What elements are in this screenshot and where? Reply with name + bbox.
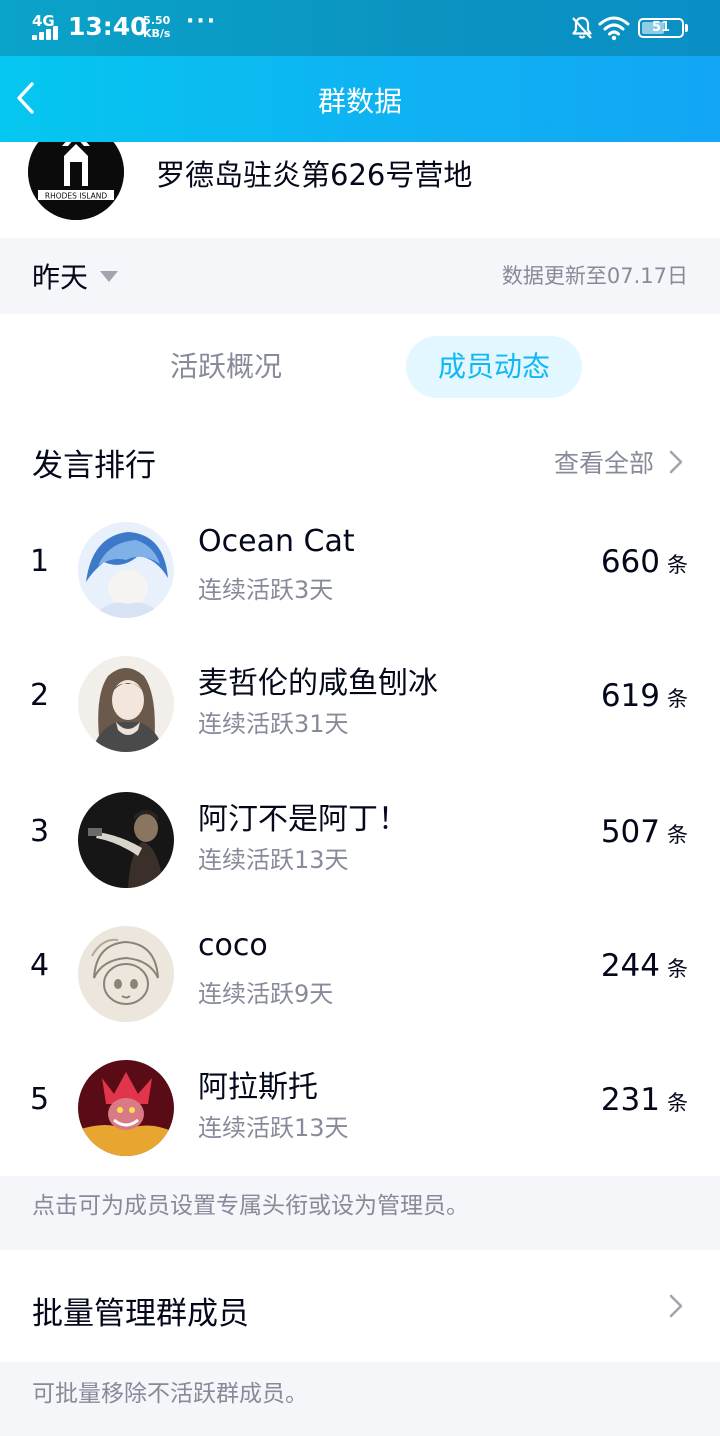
wifi-icon [598, 16, 630, 41]
caret-down-icon [100, 270, 119, 282]
message-count: 507 条 [601, 814, 688, 850]
group-name: 罗德岛驻炎第626号营地 [156, 158, 473, 192]
member-settings-hint: 点击可为成员设置专属头衔或设为管理员。 [32, 1193, 469, 1219]
chevron-right-icon [669, 1294, 683, 1318]
date-dropdown-label: 昨天 [32, 261, 89, 294]
avatar [78, 792, 174, 888]
message-count: 231 条 [601, 1082, 688, 1118]
member-row[interactable]: 3 阿汀不是阿丁！ 连续活跃13天 507 条 [0, 774, 720, 908]
count-value: 231 [600, 1082, 660, 1118]
member-name: 阿拉斯托 [198, 1070, 318, 1105]
battery-icon: 51 [638, 18, 688, 38]
view-all-label: 查看全部 [553, 449, 654, 478]
speed-unit: KB/s [143, 27, 171, 40]
avatar [78, 656, 174, 752]
batch-manage-label: 批量管理群成员 [32, 1296, 249, 1332]
count-value: 660 [600, 544, 660, 580]
rank-number: 4 [30, 948, 50, 983]
member-name: 麦哲伦的咸鱼刨冰 [198, 666, 438, 701]
tab-activity-overview[interactable]: 活跃概况 [140, 336, 312, 398]
data-update-note: 数据更新至07.17日 [501, 264, 688, 288]
batch-remove-hint: 可批量移除不活跃群成员。 [32, 1381, 308, 1407]
view-all-button[interactable]: 查看全部 [554, 444, 688, 480]
member-streak: 连续活跃13天 [198, 1114, 349, 1142]
member-row[interactable]: 5 阿拉斯托 连续活跃13天 231 条 [0, 1042, 720, 1176]
signal-icon [32, 26, 62, 40]
title-bar: 群数据 [0, 56, 720, 142]
avatar [78, 1060, 174, 1156]
page-title: 群数据 [317, 85, 402, 118]
speed-value: 5.50 [143, 14, 171, 27]
member-name: coco [198, 928, 268, 963]
avatar-image [78, 926, 174, 1022]
message-count: 619 条 [601, 678, 688, 714]
group-avatar: RHODES ISLAND [28, 142, 124, 220]
network-speed: 5.50 KB/s [143, 14, 170, 40]
member-row[interactable]: 1 Ocean Cat 连续活跃3天 660 条 [0, 504, 720, 638]
rank-number: 5 [30, 1082, 50, 1117]
rank-number: 2 [30, 678, 50, 713]
count-unit: 条 [667, 957, 688, 981]
rhodes-island-logo: RHODES ISLAND [28, 142, 124, 220]
status-bar: 4G 13:40 5.50 KB/s ··· 51 [0, 0, 720, 56]
message-count: 244 条 [601, 948, 688, 984]
count-unit: 条 [667, 687, 688, 711]
avatar-image [78, 656, 174, 752]
member-streak: 连续活跃3天 [198, 576, 334, 604]
section-title: 发言排行 [32, 448, 156, 484]
tab-member-activity[interactable]: 成员动态 [406, 336, 582, 398]
member-streak: 连续活跃13天 [198, 846, 349, 874]
avatar [78, 926, 174, 1022]
more-notifications-icon: ··· [186, 9, 218, 34]
avatar-image [78, 792, 174, 888]
avatar-image [78, 522, 174, 618]
clock: 13:40 [68, 12, 148, 41]
count-value: 619 [600, 678, 660, 714]
member-name: 阿汀不是阿丁！ [198, 802, 408, 837]
count-value: 507 [600, 814, 660, 850]
svg-text:RHODES ISLAND: RHODES ISLAND [45, 192, 107, 201]
battery-level: 51 [651, 20, 671, 35]
bell-off-icon [572, 16, 592, 39]
rank-number: 3 [30, 814, 50, 849]
date-filter-row: 昨天 数据更新至07.17日 [0, 238, 720, 314]
date-dropdown[interactable]: 昨天 [32, 256, 119, 296]
count-unit: 条 [667, 1091, 688, 1115]
chevron-right-icon [669, 450, 683, 474]
avatar [78, 522, 174, 618]
count-value: 244 [600, 948, 660, 984]
member-name: Ocean Cat [198, 524, 355, 559]
member-row[interactable]: 2 麦哲伦的咸鱼刨冰 连续活跃31天 619 条 [0, 638, 720, 772]
avatar-image [78, 1060, 174, 1156]
count-unit: 条 [667, 823, 688, 847]
message-count: 660 条 [601, 544, 688, 580]
count-unit: 条 [667, 553, 688, 577]
rank-number: 1 [30, 544, 50, 579]
member-row[interactable]: 4 coco 连续活跃9天 244 条 [0, 908, 720, 1042]
member-streak: 连续活跃31天 [198, 710, 349, 738]
group-header[interactable]: RHODES ISLAND 罗德岛驻炎第626号营地 [0, 142, 720, 238]
batch-manage-members-row[interactable]: 批量管理群成员 [0, 1250, 720, 1362]
member-activity-panel: 活跃概况 成员动态 发言排行 查看全部 1 Ocean Cat 连续活跃3天 6… [0, 314, 720, 1176]
member-streak: 连续活跃9天 [198, 980, 334, 1008]
